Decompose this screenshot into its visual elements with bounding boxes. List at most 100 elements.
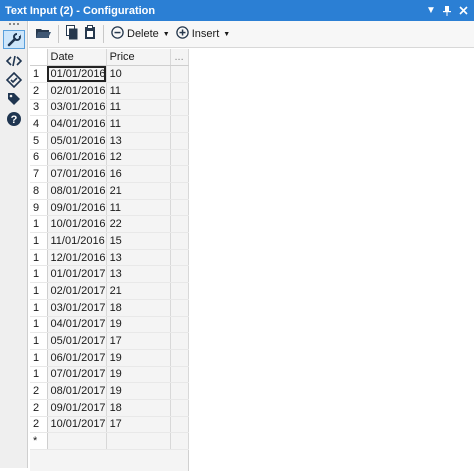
price-cell[interactable]: 18 xyxy=(106,399,171,417)
extra-cell[interactable] xyxy=(170,82,189,100)
data-table[interactable]: Date Price ... 1 01/01/2016 10 2 02/01/2016 1… xyxy=(30,49,189,450)
extra-cell[interactable] xyxy=(170,332,189,350)
extra-cell[interactable] xyxy=(170,165,189,183)
extra-cell[interactable] xyxy=(170,366,189,384)
date-cell[interactable]: 12/01/2016 xyxy=(47,249,107,267)
column-header-more[interactable]: ... xyxy=(170,49,189,67)
date-cell[interactable]: 03/01/2017 xyxy=(47,299,107,317)
extra-cell[interactable] xyxy=(170,382,189,400)
price-cell[interactable]: 16 xyxy=(106,165,171,183)
table-row[interactable]: 7 07/01/2016 16 xyxy=(30,165,189,183)
extra-cell[interactable] xyxy=(170,215,189,234)
price-cell[interactable]: 19 xyxy=(106,366,171,384)
date-cell[interactable]: 11/01/2016 xyxy=(47,232,107,250)
pin-icon[interactable] xyxy=(439,0,455,21)
date-cell[interactable] xyxy=(47,432,107,450)
table-row[interactable]: 1 05/01/2017 17 xyxy=(30,332,189,350)
table-row[interactable]: 2 09/01/2017 18 xyxy=(30,399,189,417)
date-cell[interactable]: 01/01/2017 xyxy=(47,265,107,284)
price-cell[interactable]: 21 xyxy=(106,282,171,300)
date-cell[interactable]: 06/01/2017 xyxy=(47,349,107,367)
table-row[interactable]: 5 05/01/2016 13 xyxy=(30,132,189,150)
date-cell[interactable]: 10/01/2017 xyxy=(47,416,107,434)
date-cell[interactable]: 04/01/2017 xyxy=(47,316,107,334)
price-cell[interactable]: 21 xyxy=(106,182,171,200)
table-row[interactable]: 1 10/01/2016 22 xyxy=(30,215,189,234)
price-cell[interactable]: 19 xyxy=(106,382,171,400)
table-row[interactable]: 1 04/01/2017 19 xyxy=(30,316,189,334)
extra-cell[interactable] xyxy=(170,249,189,267)
date-cell[interactable]: 03/01/2016 xyxy=(47,99,107,117)
date-cell[interactable]: 07/01/2016 xyxy=(47,165,107,183)
extra-cell[interactable] xyxy=(170,65,189,83)
price-cell[interactable]: 18 xyxy=(106,299,171,317)
extra-cell[interactable] xyxy=(170,149,189,167)
date-cell[interactable]: 09/01/2017 xyxy=(47,399,107,417)
date-cell[interactable]: 08/01/2017 xyxy=(47,382,107,400)
price-cell[interactable]: 19 xyxy=(106,349,171,367)
extra-cell[interactable] xyxy=(170,299,189,317)
price-cell[interactable]: 12 xyxy=(106,149,171,167)
dropdown-icon[interactable]: ▼ xyxy=(423,0,439,21)
price-cell[interactable]: 11 xyxy=(106,199,171,217)
paste-button[interactable] xyxy=(81,24,99,44)
date-cell[interactable]: 04/01/2016 xyxy=(47,115,107,133)
table-row[interactable]: 6 06/01/2016 12 xyxy=(30,149,189,167)
price-cell[interactable]: 11 xyxy=(106,99,171,117)
table-row[interactable]: 9 09/01/2016 11 xyxy=(30,199,189,217)
price-cell[interactable]: 13 xyxy=(106,265,171,284)
column-header-date[interactable]: Date xyxy=(47,49,107,67)
date-cell[interactable]: 06/01/2016 xyxy=(47,149,107,167)
extra-cell[interactable] xyxy=(170,282,189,300)
code-icon[interactable] xyxy=(3,51,25,70)
table-row[interactable]: 1 07/01/2017 19 xyxy=(30,366,189,384)
insert-button[interactable]: Insert ▼ xyxy=(173,24,233,44)
extra-cell[interactable] xyxy=(170,432,189,450)
new-row[interactable]: * xyxy=(30,432,189,450)
table-row[interactable]: 8 08/01/2016 21 xyxy=(30,182,189,200)
price-cell[interactable]: 17 xyxy=(106,332,171,350)
table-row[interactable]: 2 08/01/2017 19 xyxy=(30,382,189,400)
date-cell[interactable]: 08/01/2016 xyxy=(47,182,107,200)
extra-cell[interactable] xyxy=(170,182,189,200)
copy-button[interactable] xyxy=(63,24,81,44)
extra-cell[interactable] xyxy=(170,416,189,434)
table-row[interactable]: 4 04/01/2016 11 xyxy=(30,115,189,133)
price-cell[interactable]: 19 xyxy=(106,316,171,334)
price-cell[interactable]: 13 xyxy=(106,132,171,150)
price-cell[interactable] xyxy=(106,432,171,450)
price-cell[interactable]: 13 xyxy=(106,249,171,267)
table-row[interactable]: 1 11/01/2016 15 xyxy=(30,232,189,250)
table-row[interactable]: 1 01/01/2017 13 xyxy=(30,265,189,284)
tag-icon[interactable] xyxy=(3,89,25,108)
date-cell[interactable]: 05/01/2016 xyxy=(47,132,107,150)
table-row[interactable]: 1 02/01/2017 21 xyxy=(30,282,189,300)
price-cell[interactable]: 17 xyxy=(106,416,171,434)
price-cell[interactable]: 22 xyxy=(106,215,171,234)
check-badge-icon[interactable] xyxy=(3,70,25,89)
date-cell[interactable]: 09/01/2016 xyxy=(47,199,107,217)
extra-cell[interactable] xyxy=(170,132,189,150)
extra-cell[interactable] xyxy=(170,349,189,367)
table-row[interactable]: 1 01/01/2016 10 xyxy=(30,65,189,83)
table-row[interactable]: 1 03/01/2017 18 xyxy=(30,299,189,317)
extra-cell[interactable] xyxy=(170,115,189,133)
open-button[interactable] xyxy=(32,24,54,44)
date-cell[interactable]: 10/01/2016 xyxy=(47,215,107,234)
price-cell[interactable]: 11 xyxy=(106,82,171,100)
column-header-price[interactable]: Price xyxy=(106,49,171,67)
delete-button[interactable]: Delete ▼ xyxy=(108,24,173,44)
wrench-icon[interactable] xyxy=(3,30,25,49)
date-cell[interactable]: 02/01/2016 xyxy=(47,82,107,100)
table-row[interactable]: 2 02/01/2016 11 xyxy=(30,82,189,100)
date-cell[interactable]: 01/01/2016 xyxy=(47,65,107,83)
table-row[interactable]: 1 12/01/2016 13 xyxy=(30,249,189,267)
price-cell[interactable]: 15 xyxy=(106,232,171,250)
extra-cell[interactable] xyxy=(170,99,189,117)
close-icon[interactable] xyxy=(455,0,471,21)
table-row[interactable]: 3 03/01/2016 11 xyxy=(30,99,189,117)
extra-cell[interactable] xyxy=(170,316,189,334)
date-cell[interactable]: 07/01/2017 xyxy=(47,366,107,384)
price-cell[interactable]: 10 xyxy=(106,65,171,83)
table-row[interactable]: 1 06/01/2017 19 xyxy=(30,349,189,367)
